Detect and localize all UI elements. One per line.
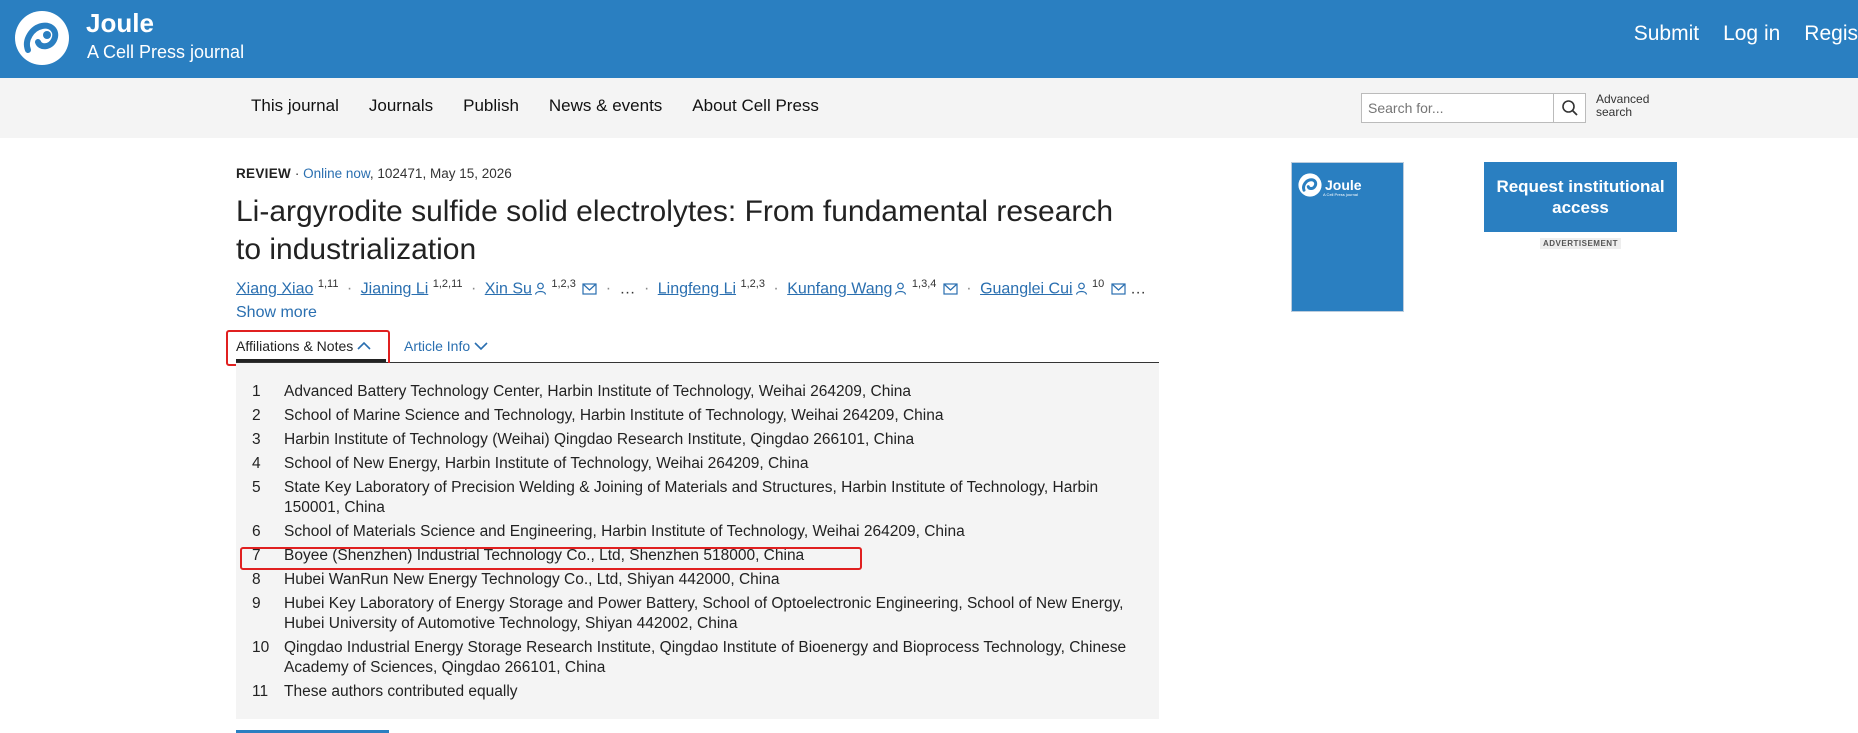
show-more-authors[interactable]: Show more <box>236 304 317 322</box>
affiliation-number: 1 <box>252 383 261 400</box>
advanced-search-link[interactable]: Advanced search <box>1596 93 1666 119</box>
author-affiliation-refs: 1,11 <box>317 278 339 290</box>
top-header: Joule A Cell Press journal Submit Log in… <box>0 0 1858 78</box>
affiliation-text: State Key Laboratory of Precision Weldin… <box>284 479 1099 516</box>
author-affiliation-refs: 1,2,11 <box>432 278 463 290</box>
search-input[interactable] <box>1362 94 1553 122</box>
search-field <box>1361 93 1554 123</box>
author-name[interactable]: Lingfeng Li <box>658 280 736 297</box>
affiliation-number: 5 <box>252 479 261 496</box>
email-icon[interactable] <box>943 283 958 295</box>
affiliations-panel: 1 Advanced Battery Technology Center, Ha… <box>236 363 1159 719</box>
author-name[interactable]: Guanglei Cui <box>980 280 1073 297</box>
nav-about-cell-press[interactable]: About Cell Press <box>692 96 819 116</box>
author-affiliation-refs: 1,2,3 <box>551 278 576 290</box>
affiliation-number: 8 <box>252 571 261 588</box>
article-meta-rest: , 102471, May 15, 2026 <box>369 166 512 181</box>
journal-name[interactable]: Joule <box>86 8 154 39</box>
author-affiliation-refs: 10 <box>1092 278 1105 290</box>
meta-separator: · <box>294 166 300 181</box>
author-separator: · <box>773 280 779 298</box>
article-title: Li-argyrodite sulfide solid electrolytes… <box>236 195 1114 266</box>
author-name[interactable]: Xiang Xiao <box>236 280 313 297</box>
affiliation-text: These authors contributed equally <box>284 683 518 700</box>
nav-journals[interactable]: Journals <box>369 96 433 116</box>
affiliation-text: Qingdao Industrial Energy Storage Resear… <box>284 639 1127 676</box>
affiliation-number: 2 <box>252 407 261 424</box>
highlight-box <box>240 547 862 570</box>
search-icon <box>1561 100 1578 116</box>
online-now-link[interactable]: Online now <box>303 166 370 181</box>
nav-news-events[interactable]: News & events <box>549 96 662 116</box>
authors-ellipsis: … <box>619 280 636 298</box>
email-icon[interactable] <box>582 283 597 295</box>
submit-link[interactable]: Submit <box>1634 22 1699 46</box>
article-type: REVIEW <box>236 166 292 181</box>
author-affiliation-refs: 1,2,3 <box>740 278 765 290</box>
highlight-box <box>226 330 390 366</box>
author-separator: · <box>346 280 353 298</box>
affiliation-number: 4 <box>252 455 261 472</box>
nav-publish[interactable]: Publish <box>463 96 519 116</box>
journal-cover[interactable]: Joule A Cell Press journal <box>1291 162 1404 312</box>
advertisement-label: ADVERTISEMENT <box>1540 238 1621 249</box>
affiliation-number: 3 <box>252 431 261 448</box>
author-separator: · <box>470 280 477 298</box>
search-button[interactable] <box>1554 93 1586 123</box>
affiliation-text: Hubei WanRun New Energy Technology Co., … <box>284 571 780 588</box>
article-meta: REVIEW · Online now, 102471, May 15, 202… <box>236 166 512 181</box>
author-list: Xiang Xiao 1,11 · Jianing Li 1,2,11 · Xi… <box>236 278 1146 298</box>
cell-press-logo-icon <box>1298 173 1322 197</box>
request-institutional-access-button[interactable]: Request institutional access <box>1484 162 1677 232</box>
author-separator: · <box>643 280 650 298</box>
person-icon[interactable] <box>1075 282 1088 296</box>
author-name[interactable]: Kunfang Wang <box>787 280 892 297</box>
affiliation-text: School of Marine Science and Technology,… <box>284 407 944 424</box>
tab-article-info-label: Article Info <box>404 338 471 354</box>
affiliation-number: 10 <box>252 639 270 656</box>
person-icon[interactable] <box>534 282 547 296</box>
affiliation-text: School of Materials Science and Engineer… <box>284 523 965 540</box>
affiliation-text: Hubei Key Laboratory of Energy Storage a… <box>284 595 1124 632</box>
register-link[interactable]: Regis <box>1804 22 1858 46</box>
cover-journal-name: Joule <box>1325 177 1362 193</box>
authors-ellipsis: … <box>1130 280 1147 298</box>
tab-article-info[interactable]: Article Info <box>404 338 488 354</box>
author-name[interactable]: Xin Su <box>485 280 532 297</box>
affiliation-number: 9 <box>252 595 261 612</box>
cover-subtitle: A Cell Press journal <box>1323 192 1358 197</box>
login-link[interactable]: Log in <box>1723 22 1780 46</box>
author-name[interactable]: Jianing Li <box>361 280 429 297</box>
main-nav: This journal Journals Publish News & eve… <box>0 78 1858 138</box>
email-icon[interactable] <box>1111 283 1126 295</box>
cell-press-logo-icon[interactable] <box>14 10 70 66</box>
chevron-down-icon <box>474 342 488 351</box>
person-icon[interactable] <box>894 282 907 296</box>
affiliation-number: 11 <box>252 683 269 700</box>
author-separator: · <box>966 280 972 298</box>
account-links: Submit Log in Regis <box>1634 22 1858 46</box>
affiliation-number: 6 <box>252 523 261 540</box>
affiliation-text: Advanced Battery Technology Center, Harb… <box>284 383 912 400</box>
author-separator: · <box>605 280 612 298</box>
author-affiliation-refs: 1,3,4 <box>911 278 937 290</box>
affiliation-text: Harbin Institute of Technology (Weihai) … <box>284 431 915 448</box>
affiliation-text: School of New Energy, Harbin Institute o… <box>284 455 809 472</box>
nav-this-journal[interactable]: This journal <box>251 96 339 116</box>
journal-subtitle: A Cell Press journal <box>87 42 245 62</box>
